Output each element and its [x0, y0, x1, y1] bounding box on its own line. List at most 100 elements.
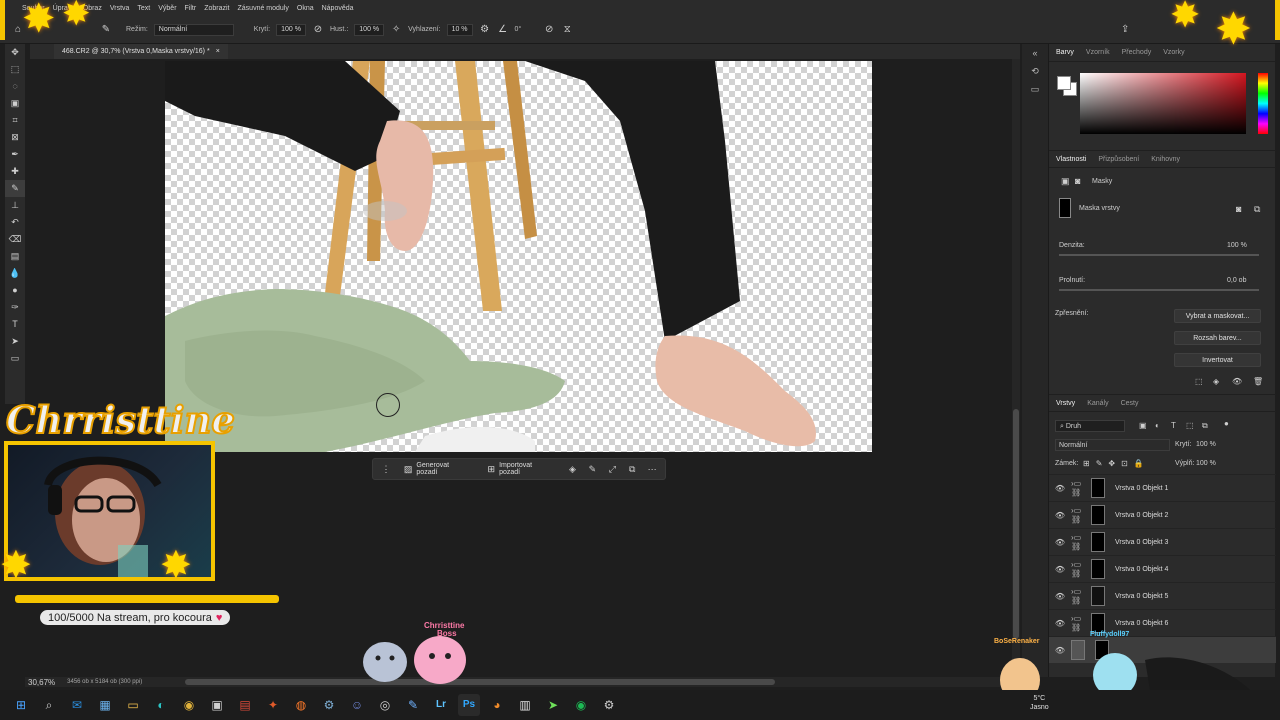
menu-view[interactable]: Zobrazit [204, 5, 229, 12]
folder-icon[interactable]: ›▭⛓ [1071, 560, 1091, 578]
history-brush-icon[interactable]: ↶ [5, 214, 25, 231]
visibility-eye-icon[interactable]: 👁 [1049, 565, 1071, 574]
path-select-tool-icon[interactable]: ➤ [5, 333, 25, 350]
mask-icon[interactable]: ⧉ [625, 464, 639, 475]
photoshop-icon[interactable]: Ps [458, 694, 480, 716]
chrome-icon[interactable]: ◉ [178, 694, 200, 716]
density-slider[interactable] [1059, 254, 1259, 256]
healing-tool-icon[interactable]: ✚ [5, 163, 25, 180]
streamlabs-icon[interactable]: ▤ [234, 694, 256, 716]
tab-libraries[interactable]: Knihovny [1151, 156, 1180, 163]
folder-icon[interactable]: ›▭⛓ [1071, 533, 1091, 551]
more-options-icon[interactable]: ⋯ [645, 464, 659, 475]
visibility-eye-icon[interactable]: 👁 [1049, 619, 1071, 628]
mode-select[interactable]: Normální [153, 23, 234, 36]
file-explorer-icon[interactable]: ▭ [122, 694, 144, 716]
outlook-icon[interactable]: ✉ [66, 694, 88, 716]
settings-app-icon[interactable]: ⚙ [598, 694, 620, 716]
flow-input[interactable]: 100 % [354, 23, 385, 36]
foreground-color-swatch[interactable] [1057, 76, 1071, 90]
terminal-icon[interactable]: ▣ [206, 694, 228, 716]
hue-slider[interactable] [1258, 73, 1268, 134]
dodge-tool-icon[interactable]: ● [5, 282, 25, 299]
symmetry-icon[interactable]: ⧖ [561, 24, 573, 36]
pen-tool-icon[interactable]: ✑ [5, 299, 25, 316]
brush-preset-icon[interactable]: ✎ [100, 24, 112, 36]
layer-row[interactable]: 👁 ›▭⛓ Vrstva 0 Objekt 5 [1049, 582, 1276, 609]
tab-channels[interactable]: Kanály [1087, 400, 1108, 407]
angle-value[interactable]: 0° [515, 26, 522, 33]
filter-shape-icon[interactable]: ⬚ [1186, 421, 1194, 430]
visibility-eye-icon[interactable]: 👁 [1049, 538, 1071, 547]
vertical-scroll-thumb[interactable] [1013, 409, 1019, 639]
close-tab-icon[interactable]: × [216, 48, 220, 55]
folder-icon[interactable]: ›▭⛓ [1071, 506, 1091, 524]
collapse-panels-icon[interactable]: « [1022, 44, 1048, 62]
gear-icon[interactable]: ⚙ [479, 24, 491, 36]
visibility-eye-icon[interactable]: 👁 [1049, 484, 1071, 493]
filter-adjust-icon[interactable]: ◐ [1155, 421, 1160, 430]
lightroom-icon[interactable]: Lr [430, 694, 452, 716]
visibility-icon[interactable]: 👁 [1232, 377, 1242, 386]
filter-text-icon[interactable]: T [1171, 421, 1176, 430]
tab-adjustments[interactable]: Přizpůsobení [1098, 156, 1139, 163]
link-mask-icon[interactable]: ⧉ [1254, 204, 1260, 215]
layer-row[interactable]: 👁 ›▭⛓ Vrstva 0 Objekt 2 [1049, 501, 1276, 528]
tab-paths[interactable]: Cesty [1121, 400, 1139, 407]
folder-icon[interactable]: ›▭⛓ [1071, 614, 1091, 632]
import-background-button[interactable]: ⊞ Importovat pozadí [483, 461, 560, 477]
frame-tool-icon[interactable]: ⊠ [5, 129, 25, 146]
filter-smart-icon[interactable]: ⧉ [1202, 421, 1208, 431]
tab-gradients[interactable]: Přechody [1122, 49, 1152, 56]
gradient-tool-icon[interactable]: ▤ [5, 248, 25, 265]
obs-icon[interactable]: ◎ [374, 694, 396, 716]
blend-mode-select[interactable]: Normální [1055, 439, 1170, 451]
airbrush-icon[interactable]: ✧ [390, 24, 402, 36]
color-picker-field[interactable] [1080, 73, 1246, 134]
filter-toggle-icon[interactable]: ● [1224, 419, 1229, 428]
layer-row[interactable]: 👁 ›▭⛓ Vrstva 0 Objekt 1 [1049, 474, 1276, 501]
folder-icon[interactable]: ›▭⛓ [1071, 479, 1091, 497]
tab-swatches[interactable]: Vzorník [1086, 49, 1110, 56]
history-panel-icon[interactable]: ⟲ [1022, 62, 1048, 80]
pointer-app-icon[interactable]: ➤ [542, 694, 564, 716]
color-range-button[interactable]: Rozsah barev... [1174, 331, 1261, 345]
visibility-eye-icon[interactable]: 👁 [1049, 592, 1071, 601]
media-app-icon[interactable]: ▥ [514, 694, 536, 716]
filter-image-icon[interactable]: ▣ [1139, 421, 1147, 430]
folder-icon[interactable]: ›▭⛓ [1071, 587, 1091, 605]
comments-panel-icon[interactable]: ▭ [1022, 80, 1048, 98]
pixel-mask-icon[interactable]: ▣ [1061, 176, 1070, 187]
stamp-tool-icon[interactable]: ⊥ [5, 197, 25, 214]
windows-start-icon[interactable]: ⊞ [10, 694, 32, 716]
feather-slider[interactable] [1059, 289, 1259, 291]
tab-properties[interactable]: Vlastnosti [1056, 156, 1086, 163]
share-icon[interactable]: ⇪ [1119, 24, 1131, 36]
blur-tool-icon[interactable]: 💧 [5, 265, 25, 282]
marquee-tool-icon[interactable]: ⬚ [5, 61, 25, 78]
image-canvas[interactable] [165, 61, 872, 452]
menu-select[interactable]: Výběr [158, 5, 176, 12]
menu-layer[interactable]: Vrstva [110, 5, 130, 12]
crop-tool-icon[interactable]: ⌗ [5, 112, 25, 129]
document-tab[interactable]: 468.CR2 @ 30,7% (Vrstva 0,Maska vrstvy/1… [54, 44, 228, 59]
apply-mask-icon[interactable]: ◙ [1236, 204, 1241, 214]
tab-patterns[interactable]: Vzorky [1163, 49, 1184, 56]
feather-value[interactable]: 0,0 ob [1227, 277, 1246, 284]
object-select-tool-icon[interactable]: ▣ [5, 95, 25, 112]
lasso-tool-icon[interactable]: ◌ [5, 78, 25, 95]
menu-type[interactable]: Text [137, 5, 150, 12]
eyedropper-tool-icon[interactable]: ✒ [5, 146, 25, 163]
layer-row[interactable]: 👁 ›▭⛓ Vrstva 0 Objekt 6 [1049, 609, 1276, 636]
steam-icon[interactable]: ⚙ [318, 694, 340, 716]
load-selection-icon[interactable]: ⬚ [1195, 377, 1203, 386]
menu-filter[interactable]: Filtr [185, 5, 197, 12]
opacity-input[interactable]: 100 % [276, 23, 306, 36]
app-icon[interactable]: ✦ [262, 694, 284, 716]
layer-filter-select[interactable]: ⌕ Druh [1055, 420, 1125, 432]
menu-help[interactable]: Nápověda [322, 5, 354, 12]
notepad-icon[interactable]: ✎ [402, 694, 424, 716]
layer-row[interactable]: 👁 ›▭⛓ Vrstva 0 Objekt 4 [1049, 555, 1276, 582]
spotify-icon[interactable]: ◉ [570, 694, 592, 716]
menu-plugins[interactable]: Zásuvné moduly [238, 5, 289, 12]
